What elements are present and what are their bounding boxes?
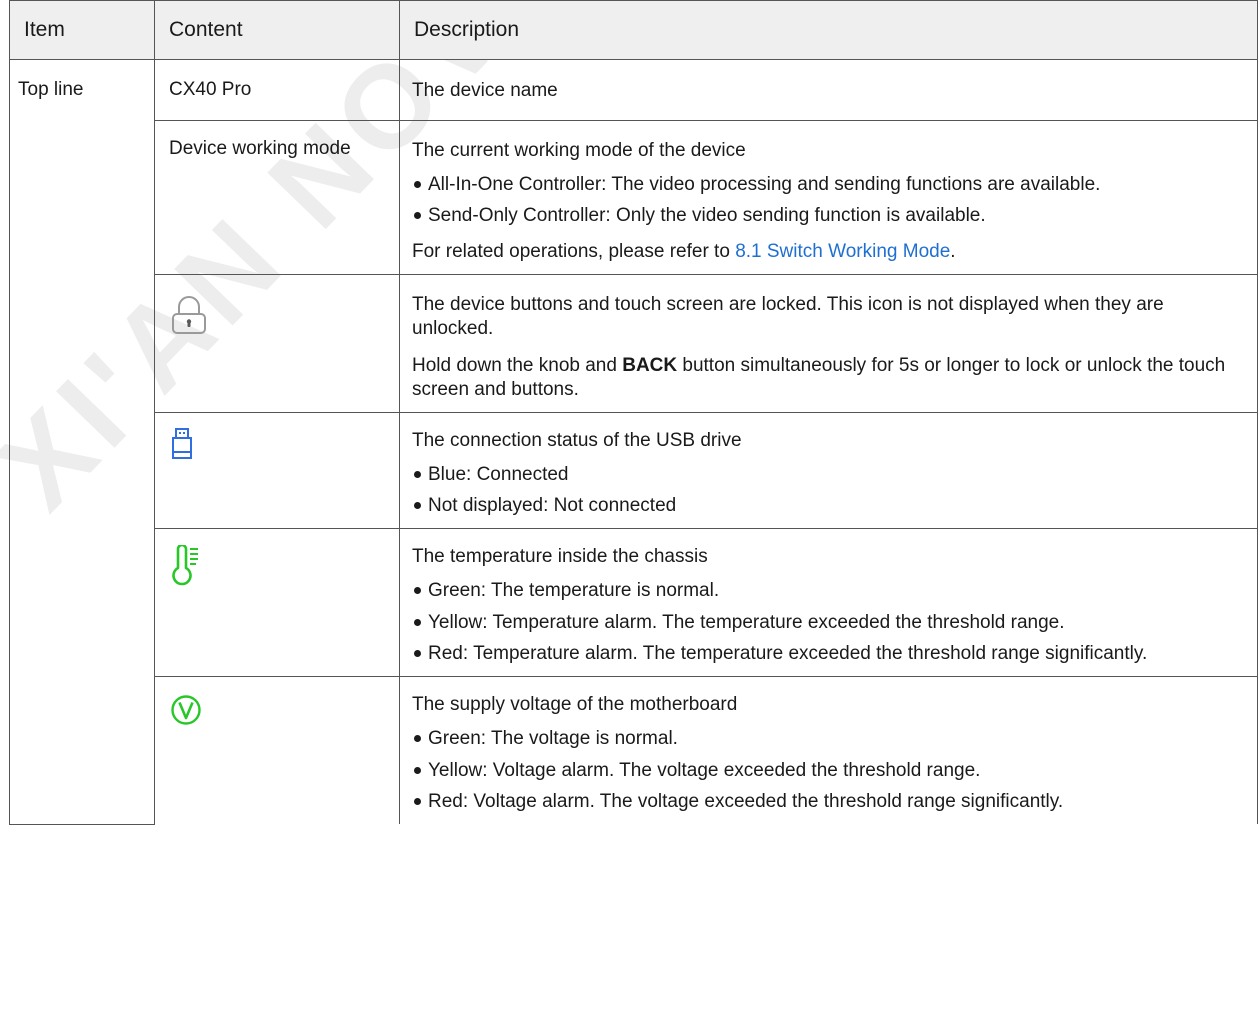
bullet-item: Green: The voltage is normal. — [412, 727, 1245, 751]
bullet-item: Not displayed: Not connected — [412, 494, 1245, 518]
table-row: Device working mode The current working … — [10, 119, 1258, 275]
switch-working-mode-link[interactable]: 8.1 Switch Working Mode — [735, 241, 950, 262]
content-lock — [154, 273, 400, 413]
description-lock: The device buttons and touch screen are … — [399, 273, 1258, 413]
description-voltage: The supply voltage of the motherboard Gr… — [399, 676, 1258, 824]
description-lock-instruction: Hold down the knob and BACK button simul… — [412, 354, 1245, 402]
content-temperature — [154, 528, 400, 677]
content-usb — [154, 411, 400, 530]
description-lead: The supply voltage of the motherboard — [412, 694, 738, 715]
table-row: Top line CX40 Pro The device name — [9, 59, 1258, 825]
header-row: Item Content Description — [9, 0, 1258, 60]
note-prefix: For related operations, please refer to — [412, 241, 736, 262]
note-suffix: . — [950, 241, 956, 262]
back-button-label: BACK — [622, 355, 678, 377]
bullet-item: Yellow: Temperature alarm. The temperatu… — [412, 611, 1245, 635]
description-lead: The current working mode of the device — [412, 139, 746, 161]
lock-icon — [169, 295, 209, 344]
content-voltage — [154, 676, 400, 824]
description-temperature: The temperature inside the chassis Green… — [399, 528, 1258, 677]
header-content: Content — [154, 0, 400, 60]
table-row: The device buttons and touch screen are … — [10, 273, 1258, 413]
usb-drive-icon — [169, 427, 195, 468]
content-device-name: CX40 Pro — [154, 59, 400, 121]
spec-table: Item Content Description Top line CX40 P… — [9, 0, 1258, 825]
bullet-item: Yellow: Voltage alarm. The voltage excee… — [412, 759, 1245, 783]
table-row: The supply voltage of the motherboard Gr… — [10, 676, 1258, 824]
description-usb: The connection status of the USB drive B… — [399, 411, 1258, 530]
bullet-item: Send-Only Controller: Only the video sen… — [412, 204, 1245, 228]
description-working-mode: The current working mode of the device A… — [399, 119, 1258, 275]
header-item: Item — [9, 0, 155, 60]
item-top-line: Top line — [9, 59, 155, 825]
description-note: For related operations, please refer to … — [412, 240, 1245, 264]
bullet-item: Red: Temperature alarm. The temperature … — [412, 642, 1245, 666]
description-lead: The connection status of the USB drive — [412, 429, 742, 451]
description-device-name: The device name — [399, 59, 1258, 121]
content-working-mode: Device working mode — [154, 119, 400, 275]
bullet-item: Blue: Connected — [412, 463, 1245, 487]
description-lead: The device name — [412, 80, 558, 101]
table-row: The connection status of the USB drive B… — [10, 411, 1258, 530]
description-lead: The device buttons and touch screen are … — [412, 293, 1164, 339]
bullet-item: Green: The temperature is normal. — [412, 579, 1245, 603]
voltage-icon — [169, 693, 203, 734]
lock-instruction-pre: Hold down the knob and — [412, 355, 623, 377]
description-lead: The temperature inside the chassis — [412, 546, 708, 567]
bullet-item: Red: Voltage alarm. The voltage exceeded… — [412, 790, 1245, 814]
bullet-item: All-In-One Controller: The video process… — [412, 173, 1245, 197]
table-row: The temperature inside the chassis Green… — [10, 528, 1258, 677]
thermometer-icon — [169, 543, 203, 594]
header-description: Description — [399, 0, 1258, 60]
